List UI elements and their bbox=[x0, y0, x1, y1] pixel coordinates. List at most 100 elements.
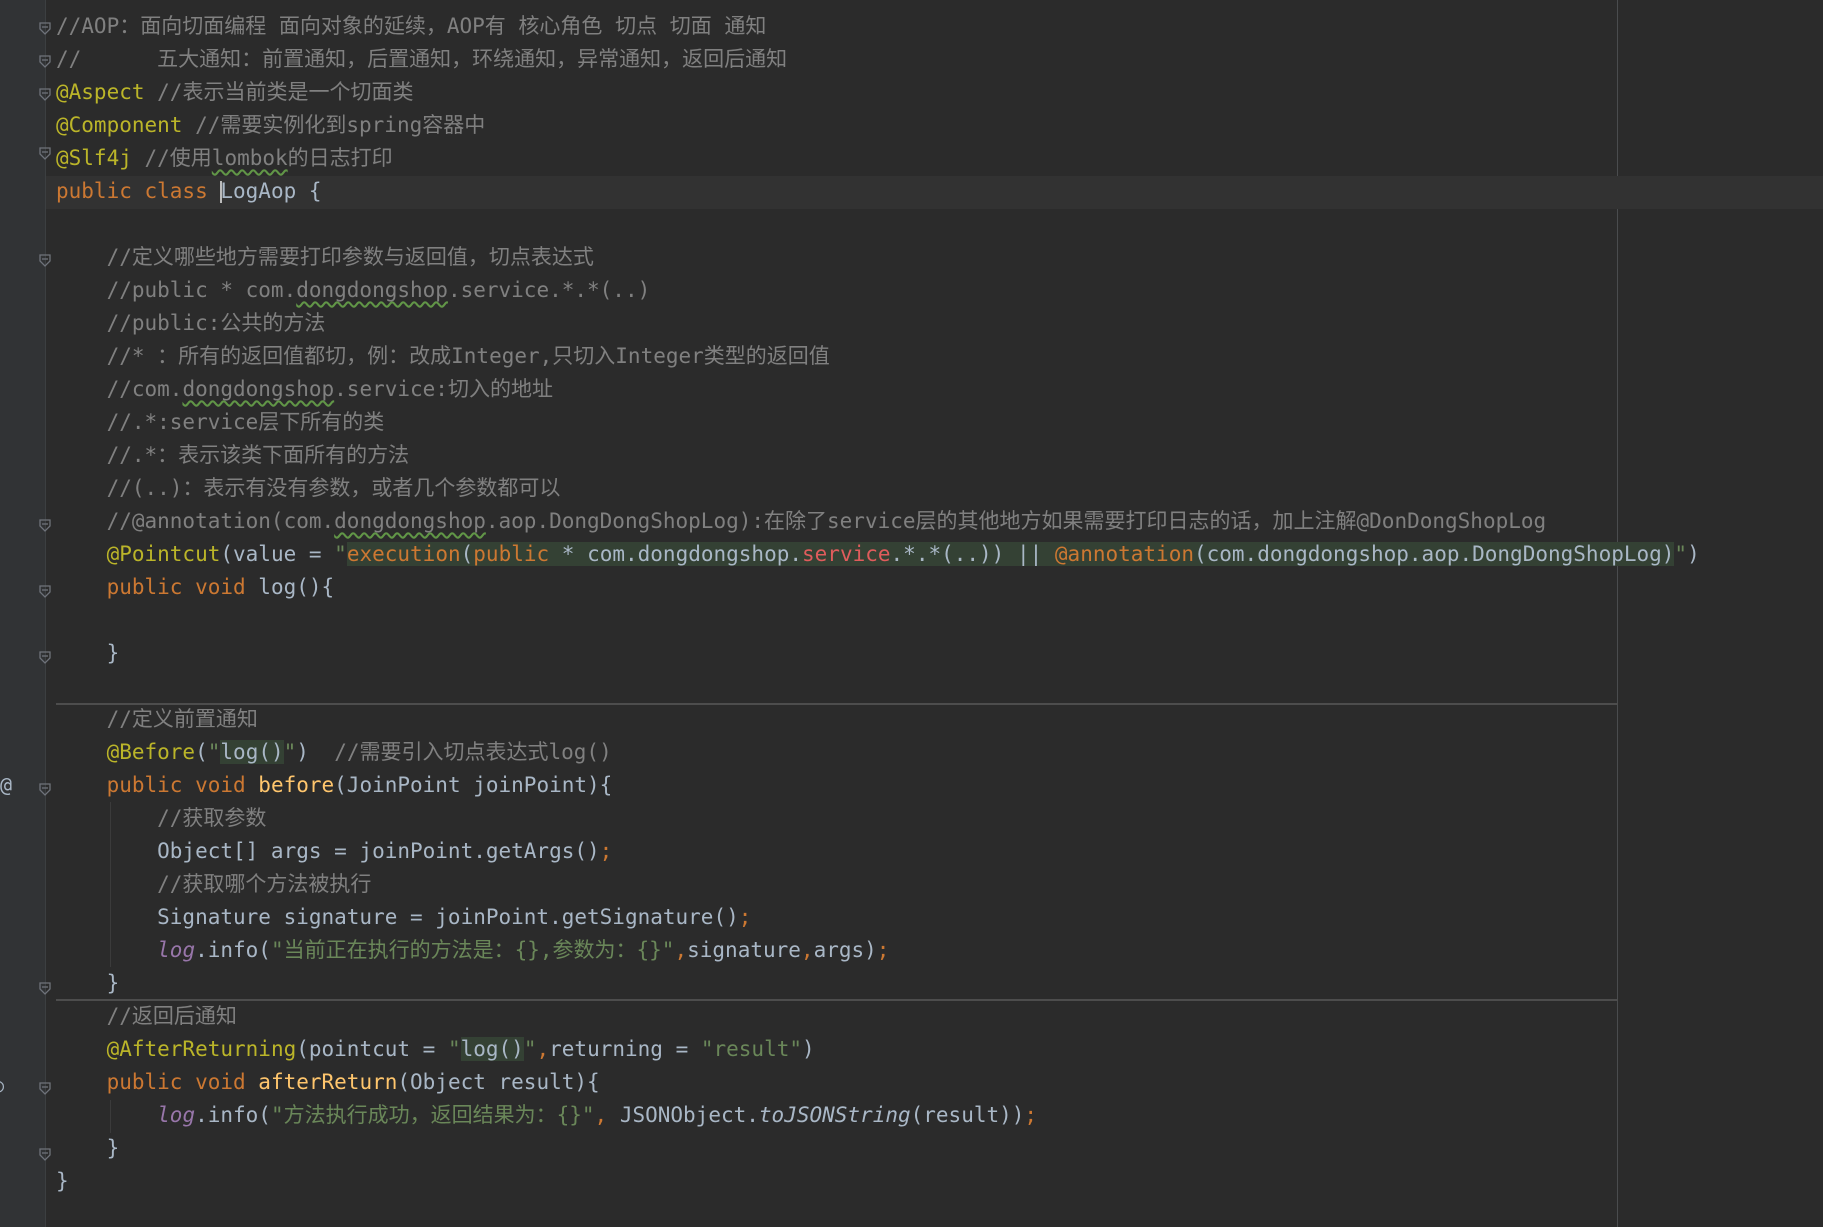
code-line[interactable]: Object[] args = joinPoint.getArgs(); bbox=[56, 835, 612, 868]
code-token: , bbox=[536, 1037, 550, 1061]
code-token: { bbox=[296, 179, 322, 203]
fold-marker-icon[interactable] bbox=[37, 145, 53, 161]
code-token: lombok bbox=[211, 146, 288, 170]
code-line[interactable]: public void log(){ bbox=[56, 571, 335, 604]
code-line[interactable]: //public:公共的方法 bbox=[56, 307, 326, 340]
fold-marker-icon[interactable] bbox=[37, 252, 53, 268]
code-line[interactable]: // 五大通知：前置通知，后置通知，环绕通知，异常通知，返回后通知 bbox=[56, 43, 787, 76]
fold-marker-icon[interactable] bbox=[37, 86, 53, 102]
override-marker-icon[interactable]: @ bbox=[0, 773, 12, 797]
code-line[interactable]: @Pointcut(value = "execution(public * co… bbox=[56, 538, 1700, 571]
code-line[interactable]: public class LogAop { bbox=[56, 175, 322, 208]
code-line[interactable]: @Component //需要实例化到spring容器中 bbox=[56, 109, 485, 142]
fold-marker-icon[interactable] bbox=[37, 781, 53, 797]
code-token: " bbox=[523, 1037, 537, 1061]
code-token: ; bbox=[876, 938, 890, 962]
code-token: Object[] args = joinPoint.getArgs() bbox=[56, 839, 600, 863]
code-line[interactable]: public void before(JoinPoint joinPoint){ bbox=[56, 769, 613, 802]
fold-marker-icon[interactable] bbox=[37, 1146, 53, 1162]
code-line[interactable]: //返回后通知 bbox=[56, 1000, 237, 1033]
code-token: // 五大通知：前置通知，后置通知，环绕通知，异常通知，返回后通知 bbox=[56, 47, 788, 71]
line-gutter[interactable] bbox=[0, 0, 46, 1227]
code-token: //定义哪些地方需要打印参数与返回值，切点表达式 bbox=[56, 245, 594, 269]
code-token: dongdongshop bbox=[182, 377, 335, 401]
code-token: //public:公共的方法 bbox=[56, 311, 326, 335]
code-token: ; bbox=[1024, 1103, 1038, 1127]
code-token: Signature signature = joinPoint.getSigna… bbox=[56, 905, 739, 929]
code-token: public bbox=[473, 542, 550, 566]
code-token: } bbox=[56, 641, 120, 665]
code-token: @Pointcut bbox=[106, 542, 221, 566]
code-token: //使用 bbox=[131, 146, 212, 170]
fold-marker-icon[interactable] bbox=[37, 20, 53, 36]
code-line[interactable]: //定义哪些地方需要打印参数与返回值，切点表达式 bbox=[56, 241, 594, 274]
fold-marker-icon[interactable] bbox=[37, 53, 53, 69]
code-token: @Before bbox=[106, 740, 196, 764]
code-line[interactable]: public void afterReturn(Object result){ bbox=[56, 1066, 600, 1099]
code-line[interactable]: @Slf4j //使用lombok的日志打印 bbox=[56, 142, 393, 175]
code-token: //定义前置通知 bbox=[56, 707, 258, 731]
code-token: @Aspect bbox=[56, 80, 145, 104]
code-token: (){ bbox=[296, 575, 335, 599]
code-line[interactable]: @AfterReturning(pointcut = "log()",retur… bbox=[56, 1033, 815, 1066]
code-token: "当前正在执行的方法是：{},参数为：{}" bbox=[270, 938, 675, 962]
code-token: "方法执行成功，返回结果为：{}" bbox=[270, 1103, 595, 1127]
fold-marker-icon[interactable] bbox=[37, 980, 53, 996]
code-line[interactable]: //AOP：面向切面编程 面向对象的延续，AOP有 核心角色 切点 切面 通知 bbox=[56, 10, 766, 43]
code-token: LogAop bbox=[220, 179, 297, 203]
code-token: ) bbox=[1687, 542, 1700, 566]
code-token: //表示当前类是一个切面类 bbox=[144, 80, 414, 104]
code-token: //(..)：表示有没有参数，或者几个参数都可以 bbox=[56, 476, 561, 500]
code-line[interactable]: @Before("log()") //需要引入切点表达式log() bbox=[56, 736, 612, 769]
code-token: returning = bbox=[549, 1037, 701, 1061]
code-line[interactable]: //public * com.dongdongshop.service.*.*(… bbox=[56, 274, 651, 307]
code-token: .*.*(..)) || bbox=[890, 542, 1055, 566]
code-line[interactable]: //@annotation(com.dongdongshop.aop.DongD… bbox=[56, 505, 1547, 538]
code-token: //需要引入切点表达式log() bbox=[334, 740, 612, 764]
code-line[interactable]: //获取参数 bbox=[56, 802, 266, 835]
code-token: " bbox=[334, 542, 347, 566]
code-line[interactable]: log.info("方法执行成功，返回结果为：{}", JSONObject.t… bbox=[56, 1099, 1037, 1132]
code-line[interactable]: @Aspect //表示当前类是一个切面类 bbox=[56, 76, 413, 109]
code-line[interactable]: //.*:service层下所有的类 bbox=[56, 406, 385, 439]
code-line[interactable]: //* ：所有的返回值都切，例：改成Integer,只切入Integer类型的返… bbox=[56, 340, 830, 373]
code-line[interactable]: //定义前置通知 bbox=[56, 703, 258, 736]
code-editor[interactable]: @ ○ //AOP：面向切面编程 面向对象的延续，AOP有 核心角色 切点 切面… bbox=[0, 0, 1823, 1227]
code-token: toJSONString bbox=[758, 1103, 911, 1127]
code-token: before bbox=[258, 773, 335, 797]
code-token: @Component bbox=[56, 113, 183, 137]
code-token: (JoinPoint joinPoint){ bbox=[334, 773, 613, 797]
code-line[interactable]: //(..)：表示有没有参数，或者几个参数都可以 bbox=[56, 472, 561, 505]
fold-marker-icon[interactable] bbox=[37, 517, 53, 533]
code-token: public void bbox=[56, 773, 259, 797]
code-token: " bbox=[447, 1037, 461, 1061]
code-token: , bbox=[594, 1103, 620, 1127]
code-line[interactable]: //.*：表示该类下面所有的方法 bbox=[56, 439, 410, 472]
code-token: (result)) bbox=[910, 1103, 1025, 1127]
code-line[interactable]: Signature signature = joinPoint.getSigna… bbox=[56, 901, 751, 934]
code-token: ; bbox=[599, 839, 613, 863]
code-token: afterReturn bbox=[258, 1070, 398, 1094]
implementation-marker-icon[interactable]: ○ bbox=[0, 1073, 4, 1097]
code-token: //获取参数 bbox=[56, 806, 267, 830]
code-line[interactable]: } bbox=[56, 1132, 120, 1165]
code-line[interactable]: log.info("当前正在执行的方法是：{},参数为：{}",signatur… bbox=[56, 934, 889, 967]
code-token: ; bbox=[738, 905, 752, 929]
code-token: .info( bbox=[195, 938, 271, 962]
code-line[interactable]: //com.dongdongshop.service:切入的地址 bbox=[56, 373, 553, 406]
code-token: @AfterReturning bbox=[106, 1037, 297, 1061]
code-line[interactable]: } bbox=[56, 967, 120, 1000]
fold-marker-icon[interactable] bbox=[37, 1080, 53, 1096]
fold-marker-icon[interactable] bbox=[37, 649, 53, 665]
code-line[interactable]: //获取哪个方法被执行 bbox=[56, 868, 371, 901]
code-line[interactable]: } bbox=[56, 637, 120, 670]
code-token: .service:切入的地址 bbox=[334, 377, 553, 401]
code-token: signature bbox=[687, 938, 801, 962]
code-token: .service.*.*(..) bbox=[447, 278, 651, 302]
code-line[interactable]: } bbox=[56, 1165, 69, 1198]
fold-marker-icon[interactable] bbox=[37, 583, 53, 599]
code-token: @Slf4j bbox=[56, 146, 132, 170]
